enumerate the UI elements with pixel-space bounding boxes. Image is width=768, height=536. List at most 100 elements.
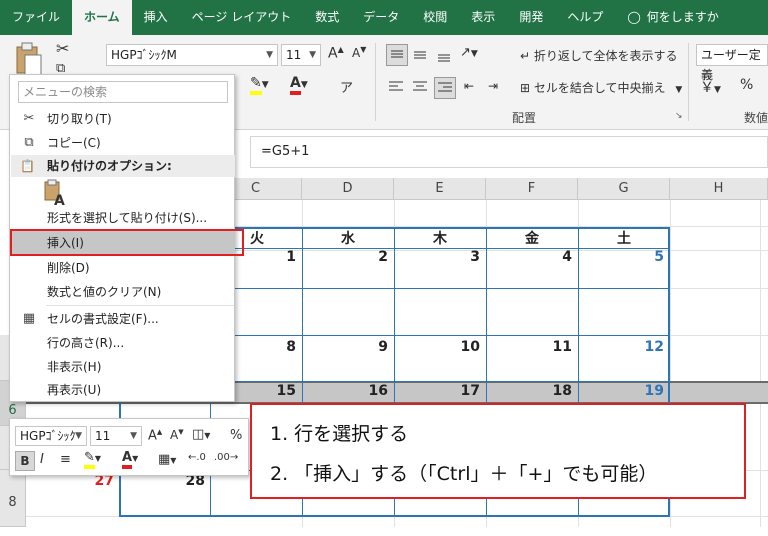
italic-icon[interactable]: I <box>40 452 44 467</box>
align-left-icon[interactable] <box>386 77 406 100</box>
row-header-8[interactable]: 8 <box>0 470 26 527</box>
alignment-group-label: 配置 <box>512 111 537 125</box>
scissors-icon[interactable]: ✂ <box>56 39 69 58</box>
menu-item-delete[interactable]: 削除(D) <box>11 256 235 280</box>
fill-color-icon[interactable]: ✎▼ <box>250 75 269 95</box>
tab-data[interactable]: データ <box>351 0 411 35</box>
tab-formulas[interactable]: 数式 <box>303 0 351 35</box>
tab-developer[interactable]: 開発 <box>507 0 555 35</box>
tell-me-box[interactable]: ◯ 何をしますか <box>615 0 730 35</box>
date-cell[interactable]: 4 <box>486 249 572 265</box>
column-header-h[interactable]: H <box>670 178 768 200</box>
increase-font-icon[interactable]: A▲ <box>148 428 162 443</box>
align-right-icon[interactable] <box>434 77 456 99</box>
date-cell[interactable]: 17 <box>394 383 480 399</box>
date-cell[interactable]: 19 <box>578 383 664 399</box>
menu-item-row-height[interactable]: 行の高さ(R)... <box>11 331 235 355</box>
increase-font-icon[interactable]: A▲ <box>328 45 344 62</box>
bold-icon[interactable]: B <box>15 451 35 471</box>
chevron-down-icon: ▼ <box>75 431 82 441</box>
date-cell[interactable]: 9 <box>302 339 388 355</box>
date-cell[interactable]: 12 <box>578 339 664 355</box>
align-center-icon[interactable] <box>410 77 430 100</box>
decrease-font-icon[interactable]: A▼ <box>352 45 366 60</box>
merge-icon: ⊞ <box>520 81 531 95</box>
number-format-icon[interactable]: ◫▼ <box>192 427 210 442</box>
align-middle-icon[interactable] <box>410 44 430 67</box>
column-header-d[interactable]: D <box>302 178 394 200</box>
align-top-icon[interactable] <box>386 44 408 66</box>
menu-item-cut[interactable]: ✂ 切り取り(T) <box>11 107 235 131</box>
align-bottom-icon[interactable] <box>434 44 454 67</box>
increase-decimal-icon[interactable]: ←.0 <box>188 452 206 463</box>
menu-search-input[interactable]: メニューの検索 <box>18 81 228 103</box>
dialog-launcher-icon[interactable]: ↘ <box>675 111 683 121</box>
column-header-f[interactable]: F <box>486 178 578 200</box>
font-color-icon[interactable]: A▼ <box>122 450 138 469</box>
date-cell[interactable]: 2 <box>302 249 388 265</box>
borders-icon[interactable]: ▦▼ <box>158 452 176 467</box>
mini-toolbar: HGPｺﾞｼｯｸ ▼ 11 ▼ A▲ A▼ ◫▼ % B I ≡ ✎▼ A▼ ▦▼ … <box>9 418 249 476</box>
increase-indent-icon[interactable]: ⇥ <box>488 79 498 93</box>
font-color-icon[interactable]: A▼ <box>290 75 308 95</box>
tab-insert[interactable]: 挿入 <box>132 0 180 35</box>
mini-font-name-select[interactable]: HGPｺﾞｼｯｸ ▼ <box>15 426 87 446</box>
tab-help[interactable]: ヘルプ <box>555 0 615 35</box>
tab-file[interactable]: ファイル <box>0 0 72 35</box>
merge-center-button[interactable]: ⊞ セルを結合して中央揃え ▼ <box>520 79 682 96</box>
menu-item-copy[interactable]: ⧉ コピー(C) <box>11 131 235 155</box>
chevron-down-icon: ▼ <box>309 50 316 60</box>
ribbon-tab-bar: ファイル ホーム 挿入 ページ レイアウト 数式 データ 校閲 表示 開発 ヘル… <box>0 0 768 35</box>
chevron-down-icon: ▼ <box>675 85 683 95</box>
copy-icon: ⧉ <box>24 135 34 150</box>
lightbulb-icon: ◯ <box>627 10 641 24</box>
menu-item-format-cells[interactable]: ▦ セルの書式設定(F)... <box>11 307 235 331</box>
ribbon-separator <box>375 43 376 121</box>
date-cell[interactable]: 5 <box>578 249 664 265</box>
decrease-indent-icon[interactable]: ⇤ <box>464 79 474 93</box>
tab-page-layout[interactable]: ページ レイアウト <box>180 0 304 35</box>
date-cell[interactable]: 18 <box>486 383 572 399</box>
number-format-select[interactable]: ユーザー定義 <box>696 44 768 82</box>
mini-percent-button[interactable]: % <box>230 428 242 443</box>
callout-step-2: 2. 「挿入」する（「Ctrl」＋「+」でも可能） <box>270 463 658 485</box>
currency-icon[interactable]: ￥▼ <box>700 77 721 97</box>
menu-item-clear[interactable]: 数式と値のクリア(N) <box>11 280 235 304</box>
date-cell[interactable]: 3 <box>394 249 480 265</box>
callout-step-1: 1. 行を選択する <box>270 423 409 445</box>
date-cell[interactable]: 11 <box>486 339 572 355</box>
date-cell[interactable]: 16 <box>302 383 388 399</box>
column-header-e[interactable]: E <box>394 178 486 200</box>
font-size-select[interactable]: 11 ▼ <box>281 44 321 66</box>
scissors-icon: ✂ <box>23 111 35 126</box>
date-cell[interactable]: 10 <box>394 339 480 355</box>
decrease-font-icon[interactable]: A▼ <box>170 428 184 442</box>
percent-button[interactable]: % <box>740 77 753 93</box>
number-group-label: 数値 <box>744 111 768 125</box>
chevron-down-icon: ▼ <box>266 50 273 60</box>
menu-item-hide[interactable]: 非表示(H) <box>11 355 235 379</box>
tab-review[interactable]: 校閲 <box>411 0 459 35</box>
insert-highlight-box <box>10 229 244 256</box>
mini-font-size-select[interactable]: 11 ▼ <box>90 426 142 446</box>
column-header-g[interactable]: G <box>578 178 670 200</box>
align-center-icon[interactable]: ≡ <box>60 452 71 467</box>
fill-color-icon[interactable]: ✎▼ <box>84 450 101 469</box>
paste-values-icon[interactable]: A <box>44 179 68 209</box>
format-cells-icon: ▦ <box>22 311 36 326</box>
wrap-text-button[interactable]: ↵ 折り返して全体を表示する <box>520 47 678 64</box>
formula-input[interactable]: =G5+1 <box>250 136 768 168</box>
menu-item-paste-special[interactable]: 形式を選択して貼り付け(S)... <box>11 206 235 230</box>
instruction-callout: 1. 行を選択する 2. 「挿入」する（「Ctrl」＋「+」でも可能） <box>250 403 746 499</box>
menu-item-unhide[interactable]: 再表示(U) <box>11 378 235 402</box>
font-name-select[interactable]: HGPｺﾞｼｯｸM ▼ <box>106 44 278 66</box>
wrap-text-icon: ↵ <box>520 49 531 63</box>
decrease-decimal-icon[interactable]: .00→ <box>214 452 238 463</box>
chevron-down-icon: ▼ <box>130 431 137 441</box>
day-header-fri: 金 <box>525 231 539 247</box>
phonetic-icon[interactable]: ア <box>340 77 353 96</box>
tab-home[interactable]: ホーム <box>72 0 132 35</box>
tab-view[interactable]: 表示 <box>459 0 507 35</box>
day-header-thu: 木 <box>433 231 447 247</box>
orientation-icon[interactable]: ↗▼ <box>460 45 478 60</box>
